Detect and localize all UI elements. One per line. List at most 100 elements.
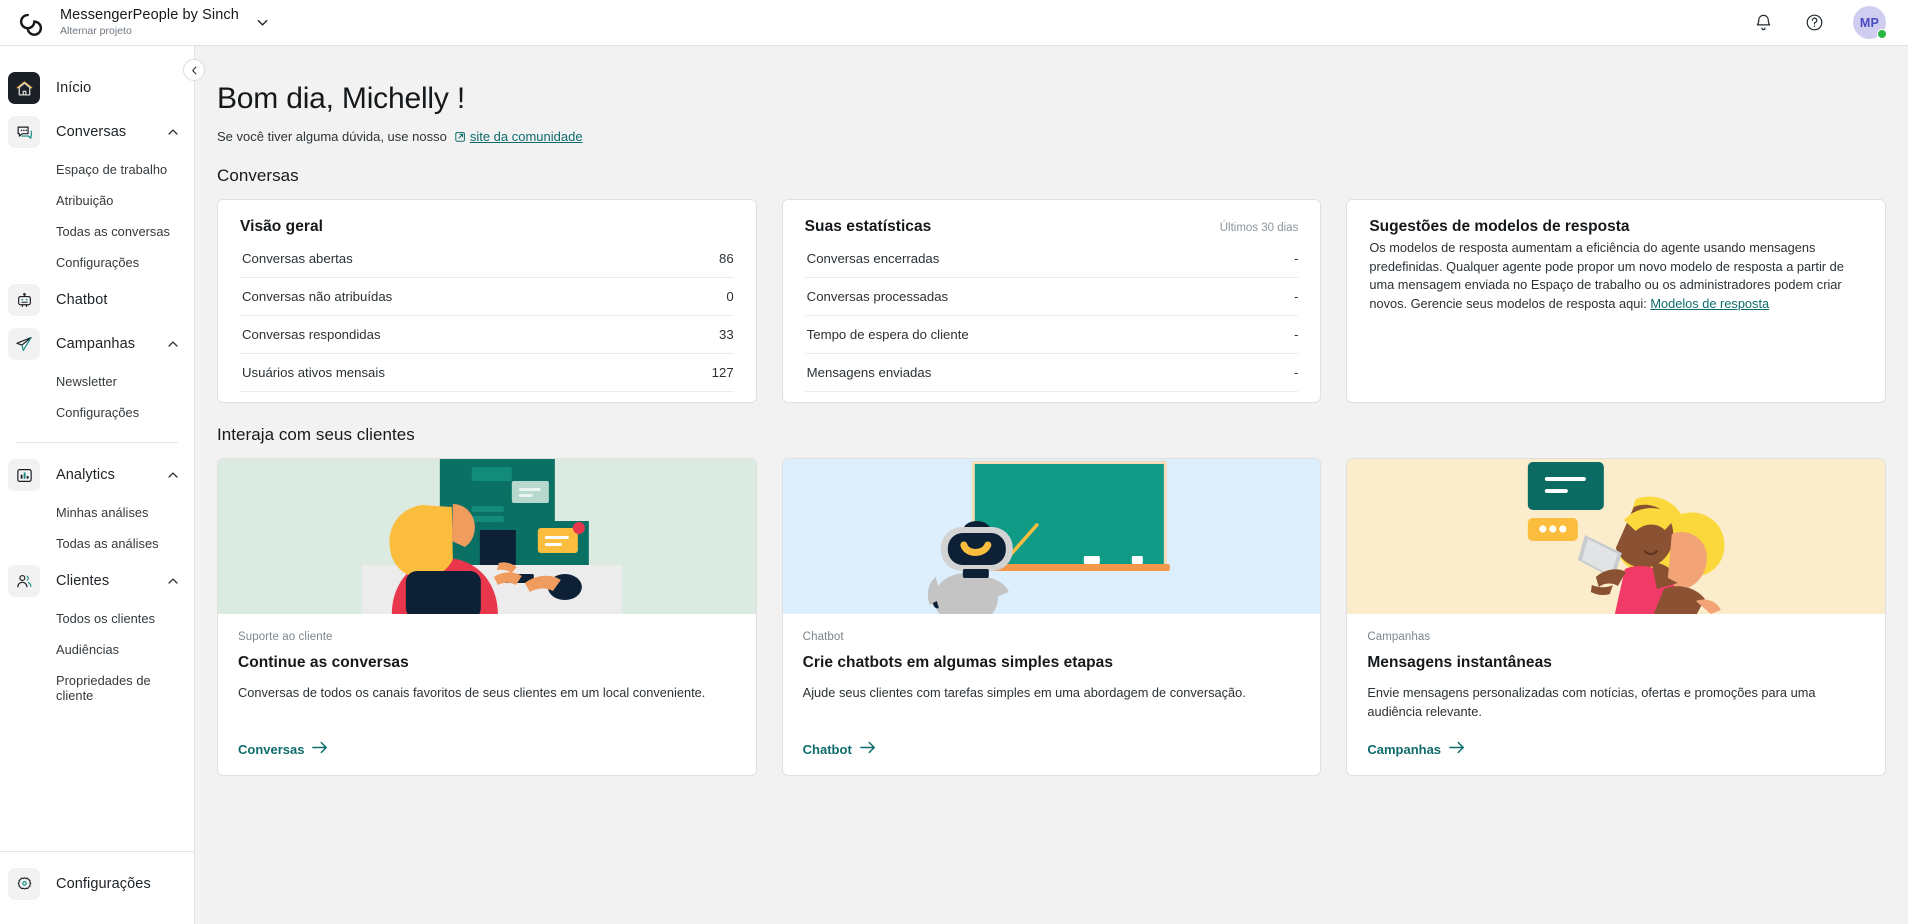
sidebar-subitem-configuracoes-campanhas[interactable]: Configurações [0,397,194,428]
sidebar-nav: Início Conversas Espaço de trabalho Atri… [0,46,194,851]
sidebar-subitem-audiencias[interactable]: Audiências [0,634,194,665]
promo-link-campanhas[interactable]: Campanhas [1367,721,1865,757]
woman-with-phone-illustration [1347,459,1886,614]
row-value: 0 [726,289,734,304]
sidebar-subitem-todas-as-analises[interactable]: Todas as análises [0,528,194,559]
row-value: 33 [719,327,734,342]
sidebar-item-inicio[interactable]: Início [0,66,194,110]
promo-kicker: Chatbot [802,631,844,643]
promo-card-campanhas[interactable]: Campanhas Mensagens instantâneas Envie m… [1346,458,1887,776]
sidebar-item-chatbot[interactable]: Chatbot [0,278,194,322]
status-badge [1877,29,1887,39]
brand-block[interactable]: MessengerPeople by Sinch Alternar projet… [60,6,239,38]
row-value: 86 [719,251,734,266]
robot-icon [8,284,40,316]
chevron-up-icon[interactable] [166,574,180,588]
sinch-loop-logo [14,6,48,40]
templates-card: Sugestões de modelos de resposta Os mode… [1346,199,1887,403]
summary-cards-row: Visão geral Conversas abertas 86 Convers… [217,199,1887,403]
community-site-link[interactable]: site da comunidade [470,129,583,144]
sidebar-item-label: Campanhas [56,336,136,352]
sidebar: Início Conversas Espaço de trabalho Atri… [0,46,205,924]
table-row: Conversas encerradas - [804,240,1299,278]
overview-card-title: Visão geral [240,218,323,235]
app-root: MessengerPeople by Sinch Alternar projet… [0,0,1908,924]
promo-link-label: Conversas [238,741,305,757]
row-value: 127 [711,365,734,380]
templates-card-link[interactable]: Modelos de resposta [1650,296,1769,311]
bell-icon[interactable] [1746,6,1780,40]
table-row: Usuários ativos mensais 127 [240,354,734,392]
avatar[interactable]: MP [1853,6,1887,39]
row-value: - [1293,251,1299,266]
row-label: Usuários ativos mensais [242,365,385,380]
chevron-up-icon[interactable] [166,125,180,139]
brand-subtitle: Alternar projeto [60,24,132,37]
sidebar-item-conversas[interactable]: Conversas [0,110,194,154]
sidebar-subitem-minhas-analises[interactable]: Minhas análises [0,497,194,528]
promo-card-chatbot[interactable]: Chatbot Crie chatbots em algumas simples… [781,458,1322,776]
chevron-down-icon[interactable] [255,15,270,30]
arrow-right-icon [1449,741,1465,757]
section-title-interaja: Interaja com seus clientes [217,425,415,444]
table-row: Conversas respondidas 33 [240,316,734,354]
row-value: - [1293,289,1299,304]
sidebar-collapse-button[interactable] [183,59,205,81]
promo-card-body: Suporte ao cliente Continue as conversas… [218,614,756,775]
body-row: Início Conversas Espaço de trabalho Atri… [0,46,1908,924]
promo-card-conversas[interactable]: Suporte ao cliente Continue as conversas… [217,458,757,776]
row-value: - [1293,365,1299,380]
promo-desc: Conversas de todos os canais favoritos d… [238,685,706,700]
promo-link-label: Campanhas [1367,741,1442,757]
promo-card-body: Chatbot Crie chatbots em algumas simples… [783,614,1321,775]
chevron-up-icon[interactable] [166,337,180,351]
sidebar-subitem-newsletter[interactable]: Newsletter [0,366,194,397]
arrow-right-icon [859,741,876,757]
external-link-icon [454,130,467,143]
community-hint-text: Se você tiver alguma dúvida, use nosso [217,129,447,144]
stats-card-header: Suas estatísticas Últimos 30 dias [805,218,1299,236]
row-label: Conversas processadas [806,289,949,304]
arrow-right-icon [312,741,328,757]
sidebar-item-label: Clientes [56,573,110,589]
stats-card-title: Suas estatísticas [804,218,932,235]
sidebar-subitem-espaco-de-trabalho[interactable]: Espaço de trabalho [0,154,194,185]
promo-cards-row: Suporte ao cliente Continue as conversas… [217,458,1887,776]
sidebar-item-analytics[interactable]: Analytics [0,453,194,497]
brand-title: MessengerPeople by Sinch [60,6,239,23]
sidebar-item-label: Início [56,80,92,96]
promo-kicker: Suporte ao cliente [238,631,333,643]
top-bar: MessengerPeople by Sinch Alternar projet… [0,0,1908,46]
sidebar-subitem-propriedades-de-cliente[interactable]: Propriedades de cliente [0,665,194,711]
sidebar-item-clientes[interactable]: Clientes [0,559,194,603]
promo-link-chatbot[interactable]: Chatbot [803,721,1301,757]
overview-card: Visão geral Conversas abertas 86 Convers… [217,199,757,403]
sidebar-subitem-todos-os-clientes[interactable]: Todos os clientes [0,603,194,634]
sidebar-subitem-atribuicao[interactable]: Atribuição [0,185,194,216]
table-row: Conversas abertas 86 [240,240,734,278]
promo-link-label: Chatbot [802,741,852,757]
main-content: Bom dia, Michelly ! Se você tiver alguma… [195,46,1908,924]
sidebar-item-label: Configurações [56,876,151,892]
row-label: Mensagens enviadas [806,365,932,380]
question-circle-icon[interactable] [1797,6,1831,40]
sidebar-item-campanhas[interactable]: Campanhas [0,322,194,366]
row-label: Conversas respondidas [242,327,381,342]
paper-plane-icon [8,328,40,360]
stats-card: Suas estatísticas Últimos 30 dias Conver… [781,199,1322,403]
sidebar-footer: Configurações [0,851,194,924]
promo-link-conversas[interactable]: Conversas [238,721,736,757]
row-label: Conversas encerradas [806,251,940,266]
bar-chart-icon [8,459,40,491]
chevron-up-icon[interactable] [166,468,180,482]
section-title-conversas: Conversas [217,166,299,185]
promo-card-body: Campanhas Mensagens instantâneas Envie m… [1347,614,1885,775]
promo-desc: Envie mensagens personalizadas com notíc… [1367,685,1816,719]
sidebar-subitem-configuracoes-conversas[interactable]: Configurações [0,247,194,278]
promo-title: Mensagens instantâneas [1367,654,1552,671]
table-row: Conversas não atribuídas 0 [240,278,734,316]
templates-card-title: Sugestões de modelos de resposta [1369,218,1630,235]
sidebar-subitem-todas-as-conversas[interactable]: Todas as conversas [0,216,194,247]
sidebar-item-configuracoes[interactable]: Configurações [0,862,194,906]
sidebar-item-label: Chatbot [56,292,108,308]
